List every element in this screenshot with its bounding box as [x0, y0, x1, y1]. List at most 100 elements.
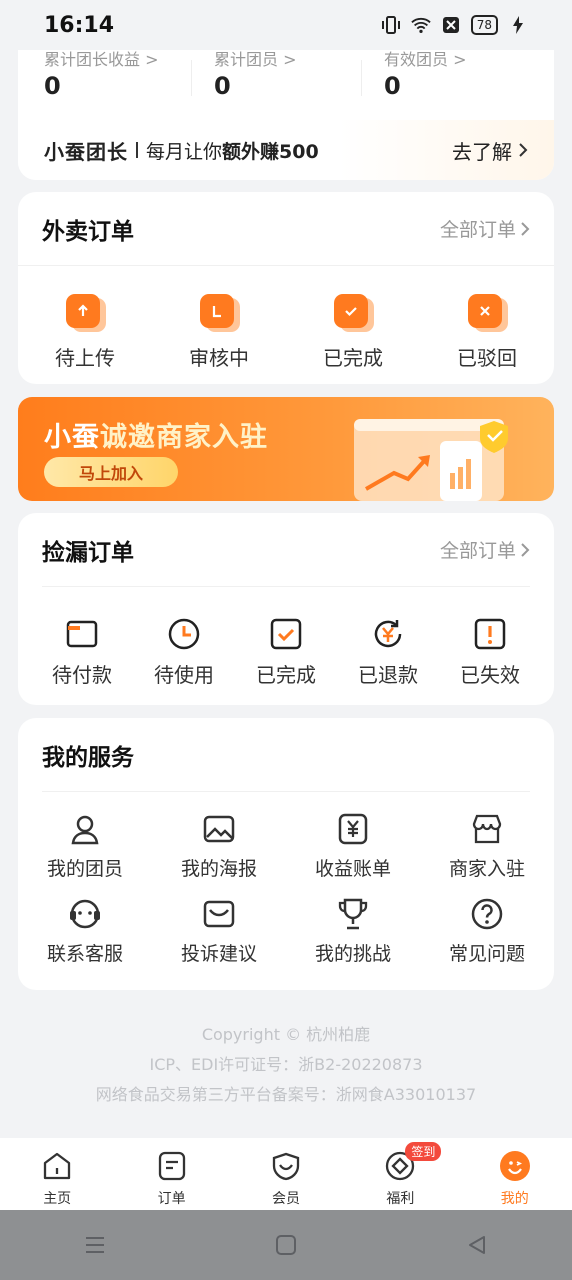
review-icon [200, 294, 240, 332]
section-title: 捡漏订单 [42, 539, 134, 566]
menu-icon [86, 1237, 105, 1253]
all-orders-link[interactable]: 全部订单 [440, 536, 530, 563]
my-services-card: 我的服务 我的团员 我的海报 收益账单 商家入驻 联系客服 投诉建议 我的挑战 … [18, 718, 554, 990]
nav-back-button[interactable] [462, 1230, 492, 1260]
reject-icon [468, 294, 508, 332]
promo-text-highlight: 额外赚500 [222, 140, 319, 163]
tab-welfare[interactable]: 签到 福利 [355, 1142, 445, 1208]
no-sim-icon [441, 15, 461, 35]
service-label: 我的海报 [180, 858, 257, 880]
icon-label: 待使用 [154, 663, 214, 687]
section-header: 我的服务 [42, 718, 530, 792]
service-label: 常见问题 [448, 943, 525, 965]
stat-active-members[interactable]: 有效团员 > 0 [384, 46, 554, 110]
back-triangle-icon [468, 1236, 485, 1254]
square-icon [275, 1235, 296, 1255]
service-label: 商家入驻 [448, 858, 525, 880]
service-my-challenges[interactable]: 我的挑战 [286, 897, 420, 966]
battery-indicator: 78 [470, 15, 498, 35]
order-status-pending-payment[interactable]: 待付款 [34, 617, 130, 688]
all-orders-link[interactable]: 全部订单 [440, 215, 530, 242]
order-status-refunded[interactable]: 已退款 [340, 617, 436, 688]
stats-card: 累计团长收益 > 0 累计团员 > 0 有效团员 > 0 小蚕团长 每月让你 额… [18, 40, 554, 180]
section-title: 外卖订单 [42, 218, 134, 245]
service-my-members[interactable]: 我的团员 [18, 812, 152, 881]
tab-home[interactable]: 主页 [12, 1150, 102, 1208]
stat-value: 0 [384, 72, 401, 100]
service-label: 收益账单 [314, 858, 391, 880]
service-label: 我的团员 [46, 858, 123, 880]
leader-promo-strip[interactable]: 小蚕团长 每月让你 额外赚500 去了解 [18, 120, 554, 180]
order-status-rejected[interactable]: 已驳回 [427, 294, 547, 371]
nav-menu-button[interactable] [80, 1230, 110, 1260]
service-label: 我的挑战 [314, 943, 391, 965]
growth-chart-illustration [354, 419, 508, 501]
bargain-orders-card: 捡漏订单 全部订单 待付款 待使用 已完成 已退款 已失效 [18, 513, 554, 705]
service-merchant-join[interactable]: 商家入驻 [420, 812, 554, 881]
banner-title-text: 诚邀商家入驻 [100, 422, 268, 453]
upload-icon [66, 294, 106, 332]
service-income-bill[interactable]: 收益账单 [286, 812, 420, 881]
section-title: 我的服务 [42, 744, 134, 771]
member-icon [272, 1152, 300, 1181]
refund-icon [374, 620, 402, 648]
trophy-icon [338, 898, 368, 930]
order-status-pending-upload[interactable]: 待上传 [25, 294, 145, 371]
wallet-icon [66, 620, 98, 648]
learn-more-label: 去了解 [452, 139, 512, 164]
tab-member[interactable]: 会员 [241, 1150, 331, 1208]
section-header: 外卖订单 全部订单 [18, 192, 554, 266]
check-square-icon [270, 618, 302, 650]
expired-icon [474, 618, 506, 650]
stat-value: 0 [214, 72, 231, 100]
join-now-button[interactable]: 马上加入 [44, 457, 178, 487]
divider [361, 60, 362, 96]
tab-profile[interactable]: 我的 [470, 1150, 560, 1208]
question-icon [471, 898, 503, 930]
stat-members[interactable]: 累计团员 > 0 [214, 46, 384, 110]
mail-icon [203, 900, 235, 928]
service-my-posters[interactable]: 我的海报 [152, 812, 286, 881]
icon-label: 待上传 [55, 346, 115, 370]
food-filing-text: 网络食品交易第三方平台备案号：浙网食A33010137 [95, 1085, 477, 1104]
icp-license-text: ICP、EDI许可证号：浙B2-20220873 [149, 1055, 423, 1074]
icon-label: 已完成 [323, 346, 383, 370]
home-icon [44, 1152, 71, 1180]
clock-icon [168, 618, 200, 650]
order-status-done[interactable]: 已完成 [238, 617, 334, 688]
profile-icon [499, 1151, 530, 1181]
all-orders-label: 全部订单 [439, 219, 516, 241]
learn-more-link[interactable]: 去了解 [452, 136, 528, 165]
check-icon [334, 294, 374, 332]
section-header: 捡漏订单 全部订单 [42, 513, 530, 587]
bill-icon [338, 813, 368, 845]
icon-label: 已退款 [358, 663, 418, 687]
stat-leader-income[interactable]: 累计团长收益 > 0 [44, 46, 214, 110]
vibrate-icon [381, 15, 401, 35]
image-icon [203, 815, 235, 843]
user-icon [71, 815, 99, 845]
footer: Copyright © 杭州柏鹿 ICP、EDI许可证号：浙B2-2022087… [0, 1020, 572, 1110]
order-status-reviewing[interactable]: 审核中 [159, 294, 279, 371]
merchant-join-banner[interactable]: 小蚕诚邀商家入驻 马上加入 [18, 397, 554, 501]
icon-label: 已驳回 [457, 346, 517, 370]
bottom-tab-bar: 主页 订单 会员 签到 福利 我的 [0, 1138, 572, 1210]
nav-home-button[interactable] [271, 1230, 301, 1260]
headset-icon [70, 899, 100, 929]
wifi-icon [411, 15, 431, 35]
tab-orders[interactable]: 订单 [127, 1150, 217, 1208]
order-status-expired[interactable]: 已失效 [442, 617, 538, 688]
order-status-to-use[interactable]: 待使用 [136, 617, 232, 688]
divider [136, 142, 138, 158]
service-contact-support[interactable]: 联系客服 [18, 897, 152, 966]
service-complaints[interactable]: 投诉建议 [152, 897, 286, 966]
icon-label: 审核中 [189, 346, 249, 370]
status-bar: 16:14 78 [0, 0, 572, 50]
service-faq[interactable]: 常见问题 [420, 897, 554, 966]
tab-label: 会员 [271, 1191, 300, 1207]
promo-brand: 小蚕团长 [44, 139, 128, 164]
all-orders-label: 全部订单 [439, 540, 516, 562]
service-label: 联系客服 [46, 943, 123, 965]
service-label: 投诉建议 [180, 943, 257, 965]
order-status-completed[interactable]: 已完成 [293, 294, 413, 371]
